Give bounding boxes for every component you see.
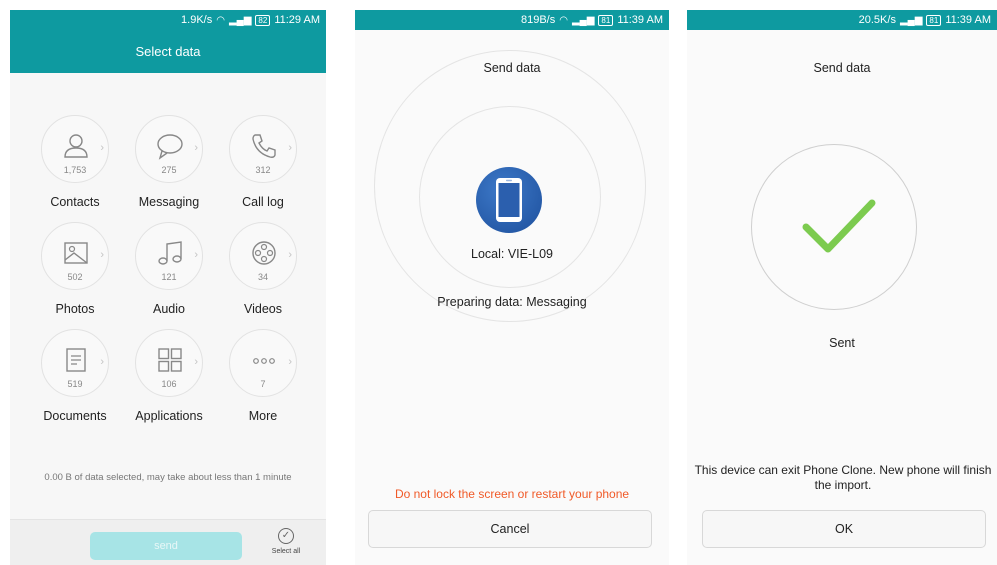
phone-badge	[476, 167, 542, 233]
network-speed: 819B/s	[520, 14, 556, 26]
cancel-button[interactable]: Cancel	[368, 510, 652, 548]
chevron-right-icon: ›	[100, 356, 104, 368]
smartphone-icon	[496, 178, 522, 222]
success-circle	[751, 144, 917, 310]
chevron-right-icon: ›	[288, 356, 292, 368]
clock: 11:39 AM	[945, 14, 991, 26]
page-title: Send data	[483, 61, 541, 75]
category-label: Messaging	[138, 195, 200, 209]
chevron-right-icon: ›	[288, 142, 292, 154]
battery-icon: 81	[926, 14, 942, 26]
battery-icon: 82	[255, 14, 271, 26]
network-speed: 20.5K/s	[858, 14, 896, 26]
phone-call-icon	[252, 134, 276, 158]
category-photos[interactable]: › 502 Photos	[28, 222, 122, 326]
signal-icon: ▂▄▆	[571, 14, 595, 26]
category-label: Audio	[153, 302, 185, 316]
chevron-right-icon: ›	[288, 249, 292, 261]
wifi-icon: ◠	[216, 14, 225, 26]
contact-icon	[64, 134, 88, 158]
document-icon	[66, 348, 86, 372]
checkmark-icon	[802, 199, 876, 253]
category-call-log[interactable]: › 312 Call log	[216, 115, 310, 219]
category-label: Videos	[244, 302, 282, 316]
chevron-right-icon: ›	[194, 356, 198, 368]
item-count: 34	[257, 272, 268, 282]
category-contacts[interactable]: › 1,753 Contacts	[28, 115, 122, 219]
send-button[interactable]: send	[90, 532, 242, 560]
category-label: Call log	[242, 195, 284, 209]
category-label: Photos	[55, 302, 95, 316]
item-count: 1,753	[63, 165, 87, 175]
item-count: 121	[161, 272, 177, 282]
message-icon	[157, 134, 183, 160]
signal-icon: ▂▄▆	[228, 14, 252, 26]
app-bar: Select data	[10, 30, 326, 73]
signal-icon: ▂▄▆	[899, 14, 923, 26]
warning-message: Do not lock the screen or restart your p…	[394, 487, 630, 501]
status-bar: 20.5K/s ▂▄▆ 81 11:39 AM	[687, 10, 997, 30]
category-videos[interactable]: › 34 Videos	[216, 222, 310, 326]
clock: 11:39 AM	[617, 14, 663, 26]
chevron-right-icon: ›	[100, 249, 104, 261]
check-circle-icon: ✓	[278, 528, 294, 544]
item-count: 7	[260, 379, 266, 389]
category-label: Contacts	[50, 195, 100, 209]
local-device-label: Local: VIE-L09	[471, 247, 553, 261]
item-count: 106	[161, 379, 177, 389]
chevron-right-icon: ›	[100, 142, 104, 154]
category-applications[interactable]: › 106 Applications	[122, 329, 216, 433]
item-count: 519	[67, 379, 83, 389]
sent-screen: 20.5K/s ▂▄▆ 81 11:39 AM Send data Sent T…	[687, 10, 997, 565]
more-dots-icon	[253, 358, 275, 364]
select-data-screen: 1.9K/s ◠ ▂▄▆ 82 11:29 AM Select data › 1…	[10, 10, 326, 565]
category-audio[interactable]: › 121 Audio	[122, 222, 216, 326]
selection-estimate: 0.00 B of data selected, may take about …	[44, 472, 292, 483]
item-count: 502	[67, 272, 83, 282]
status-bar: 1.9K/s ◠ ▂▄▆ 82 11:29 AM	[10, 10, 326, 30]
result-status: Sent	[829, 336, 855, 350]
select-all-button[interactable]: ✓ Select all	[260, 528, 312, 555]
chevron-right-icon: ›	[194, 249, 198, 261]
category-documents[interactable]: › 519 Documents	[28, 329, 122, 433]
finish-message: This device can exit Phone Clone. New ph…	[694, 463, 992, 492]
photo-icon	[64, 242, 88, 264]
music-note-icon	[158, 241, 182, 265]
bottom-action-bar: send ✓ Select all	[10, 519, 326, 565]
select-all-label: Select all	[271, 548, 301, 555]
item-count: 275	[161, 165, 177, 175]
item-count: 312	[255, 165, 271, 175]
category-messaging[interactable]: › 275 Messaging	[122, 115, 216, 219]
category-label: More	[248, 409, 278, 423]
page-title: Send data	[813, 61, 871, 75]
page-title: Select data	[135, 44, 201, 59]
apps-grid-icon	[158, 348, 182, 372]
film-reel-icon	[252, 241, 276, 265]
category-label: Applications	[135, 409, 203, 423]
network-speed: 1.9K/s	[181, 14, 213, 26]
sending-screen: 819B/s ◠ ▂▄▆ 81 11:39 AM Send data Local…	[355, 10, 669, 565]
category-more[interactable]: › 7 More	[216, 329, 310, 433]
category-label: Documents	[43, 409, 107, 423]
ok-button[interactable]: OK	[702, 510, 986, 548]
progress-status: Preparing data: Messaging	[437, 295, 587, 309]
status-bar: 819B/s ◠ ▂▄▆ 81 11:39 AM	[355, 10, 669, 30]
chevron-right-icon: ›	[194, 142, 198, 154]
clock: 11:29 AM	[274, 14, 320, 26]
battery-icon: 81	[598, 14, 614, 26]
wifi-icon: ◠	[559, 14, 568, 26]
